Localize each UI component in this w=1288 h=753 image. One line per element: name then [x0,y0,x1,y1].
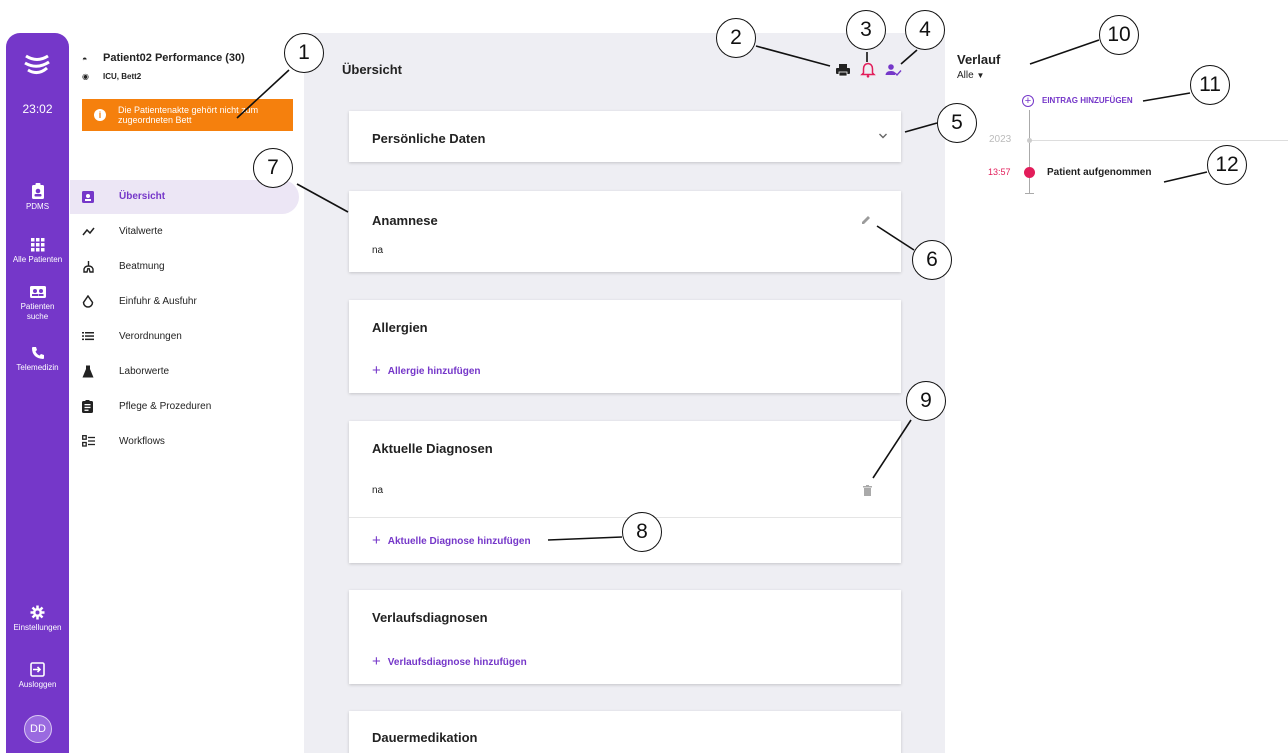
callout-3: 3 [846,10,886,50]
callout-7: 7 [253,148,293,188]
callout-8: 8 [622,512,662,552]
app: 23:02 PDMS Alle Patienten Patienten such… [0,0,1288,753]
callout-5: 5 [937,103,977,143]
callout-4: 4 [905,10,945,50]
callout-leaders [236,39,1208,541]
callout-12: 12 [1207,145,1247,185]
callout-6: 6 [912,240,952,280]
callout-2: 2 [716,18,756,58]
callout-11: 11 [1190,65,1230,105]
callout-10: 10 [1099,15,1139,55]
callout-9: 9 [906,381,946,421]
callout-1: 1 [284,33,324,73]
